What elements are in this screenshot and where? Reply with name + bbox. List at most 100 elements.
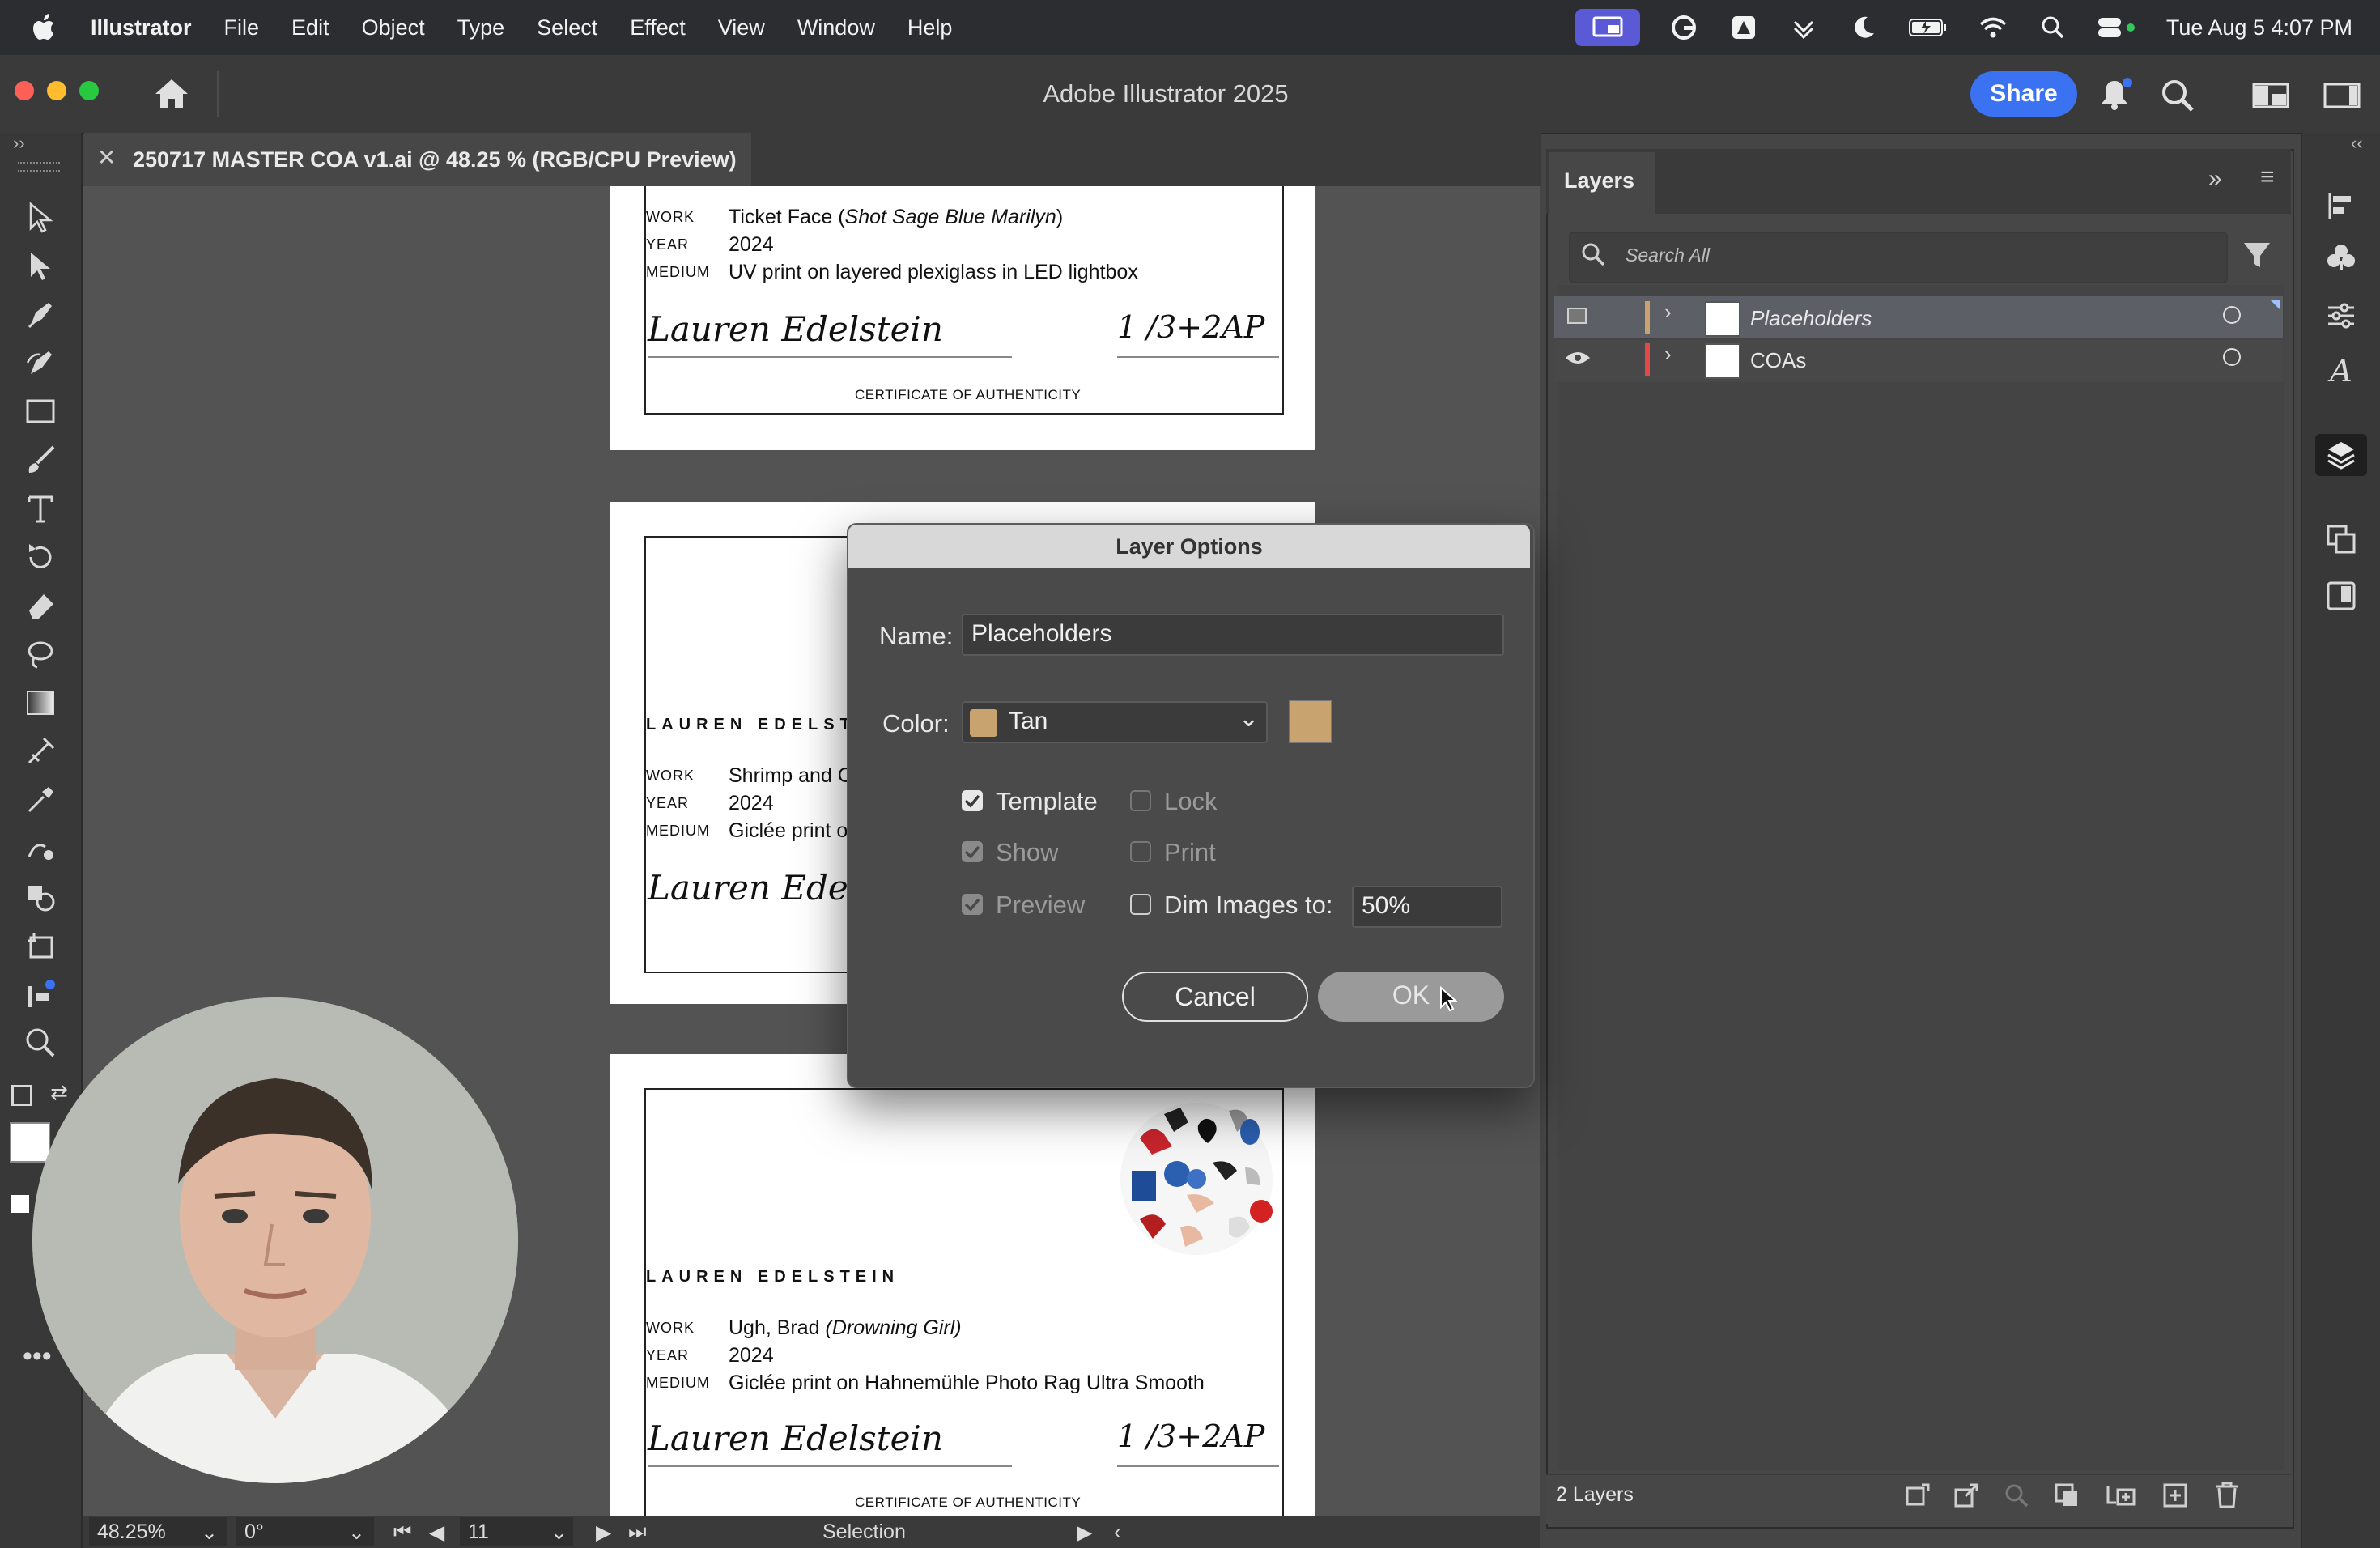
expand-layer-icon[interactable]: ›	[1664, 300, 1672, 325]
menu-bar-clock[interactable]: Tue Aug 5 4:07 PM	[2166, 15, 2352, 40]
chevron-extras-icon[interactable]	[1787, 11, 1820, 44]
delete-layer-icon[interactable]	[2213, 1480, 2241, 1509]
print-label[interactable]: Print	[1164, 838, 1216, 867]
panel-collapse-icon[interactable]: »	[2208, 165, 2222, 193]
next-artboard-icon[interactable]: ▶	[596, 1520, 611, 1545]
more-tools-icon[interactable]: •••	[23, 1341, 52, 1372]
rotate-tool-icon[interactable]	[19, 536, 62, 578]
status-menu-arrow-icon[interactable]: ▶	[1077, 1520, 1092, 1545]
preview-checkbox[interactable]	[962, 894, 983, 915]
visibility-eye-icon[interactable]	[1564, 348, 1592, 368]
filter-icon[interactable]	[2242, 240, 2272, 270]
ok-button[interactable]: OK	[1318, 972, 1504, 1022]
menu-object[interactable]: Object	[362, 15, 425, 40]
close-tab-icon[interactable]: ✕	[97, 144, 116, 171]
artboard-tool-icon[interactable]	[19, 925, 62, 967]
show-label[interactable]: Show	[996, 838, 1059, 867]
rotation-value[interactable]: 0°	[244, 1520, 264, 1544]
blend-tool-icon[interactable]	[19, 827, 62, 870]
puppet-warp-tool-icon[interactable]	[19, 973, 62, 1015]
panel-menu-icon[interactable]: ≡	[2260, 164, 2275, 191]
layer-name-coas[interactable]: COAs	[1750, 348, 1806, 373]
battery-icon[interactable]	[1907, 11, 1949, 44]
panel-layout-icon[interactable]	[2323, 81, 2361, 110]
menu-view[interactable]: View	[718, 15, 765, 40]
pen-tool-icon[interactable]	[19, 293, 62, 335]
wifi-icon[interactable]	[1977, 11, 2009, 44]
direct-selection-tool-icon[interactable]	[19, 245, 62, 287]
layers-panel-icon[interactable]	[2315, 434, 2367, 476]
dim-images-input[interactable]: 50%	[1352, 886, 1502, 928]
previous-artboard-icon[interactable]: ◀	[429, 1520, 444, 1545]
grammarly-icon[interactable]	[1668, 11, 1700, 44]
custom-color-swatch[interactable]	[1289, 700, 1332, 743]
scroll-left-icon[interactable]: ‹	[1114, 1520, 1120, 1544]
create-new-layer-icon[interactable]	[2161, 1482, 2189, 1509]
chevron-down-icon[interactable]: ⌄	[1239, 704, 1259, 733]
artboard-1[interactable]: WORK Ticket Face (Shot Sage Blue Marilyn…	[610, 186, 1315, 450]
eyedropper-tool-icon[interactable]	[19, 779, 62, 821]
menu-select[interactable]: Select	[537, 15, 597, 40]
last-artboard-icon[interactable]: ⏭	[628, 1520, 647, 1544]
toolbar-collapse-icon[interactable]: ››	[13, 133, 25, 154]
template-checkbox[interactable]	[962, 790, 983, 811]
draw-mode-icon[interactable]	[11, 1195, 29, 1213]
artboards-panel-icon[interactable]	[2320, 518, 2362, 560]
spotlight-search-icon[interactable]	[2037, 11, 2069, 44]
libraries-panel-icon[interactable]	[2320, 575, 2362, 617]
notifications-bell-icon[interactable]	[2097, 76, 2134, 113]
cancel-button[interactable]: Cancel	[1122, 972, 1308, 1022]
template-label[interactable]: Template	[996, 787, 1098, 816]
shape-builder-tool-icon[interactable]	[19, 876, 62, 918]
template-layer-icon[interactable]	[1567, 308, 1587, 324]
toolbar-grip[interactable]	[18, 162, 60, 172]
layer-name-input[interactable]: Placeholders	[962, 614, 1504, 656]
create-sublayer-icon[interactable]	[2105, 1482, 2137, 1509]
layer-name-placeholders[interactable]: Placeholders	[1750, 306, 1872, 331]
lock-label[interactable]: Lock	[1164, 787, 1217, 816]
screen-share-icon[interactable]	[1575, 9, 1640, 46]
rotation-dropdown-icon[interactable]: ⌄	[348, 1520, 365, 1545]
show-checkbox[interactable]	[962, 841, 983, 862]
expand-layer-icon[interactable]: ›	[1664, 342, 1672, 367]
webcam-overlay[interactable]	[32, 997, 518, 1483]
artboard-3[interactable]: LAUREN EDELSTEIN WORK Ugh, Brad (Drownin…	[610, 1054, 1315, 1516]
export-icon[interactable]	[1953, 1482, 1980, 1509]
layer-row-placeholders[interactable]	[1554, 296, 2283, 338]
mesh-tool-icon[interactable]	[19, 730, 62, 772]
menu-edit[interactable]: Edit	[291, 15, 329, 40]
glyphs-panel-icon[interactable]: A	[2320, 350, 2362, 392]
document-tab-title[interactable]: 250717 MASTER COA v1.ai @ 48.25 % (RGB/C…	[133, 147, 737, 172]
gradient-tool-icon[interactable]	[19, 682, 62, 724]
color-select[interactable]: Tan	[962, 701, 1268, 743]
locate-object-icon[interactable]	[2003, 1482, 2030, 1509]
control-center-icon[interactable]	[2097, 11, 2139, 44]
zoom-tool-icon[interactable]	[19, 1022, 62, 1064]
symbols-panel-icon[interactable]	[2320, 236, 2362, 279]
selection-tool-icon[interactable]	[19, 196, 62, 238]
swap-fill-stroke-icon[interactable]: ⇄	[50, 1080, 68, 1105]
menu-app-illustrator[interactable]: Illustrator	[91, 15, 192, 40]
apple-menu-icon[interactable]	[31, 11, 60, 44]
zoom-value[interactable]: 48.25%	[97, 1520, 166, 1544]
zoom-dropdown-icon[interactable]: ⌄	[201, 1520, 218, 1545]
collect-for-export-icon[interactable]	[1904, 1482, 1932, 1509]
layer-target-circle-icon[interactable]	[2223, 348, 2241, 366]
print-checkbox[interactable]	[1130, 841, 1151, 862]
drive-icon[interactable]	[1728, 11, 1760, 44]
share-button[interactable]: Share	[1970, 71, 2077, 117]
default-fill-stroke-icon[interactable]	[11, 1085, 32, 1106]
artboard-dropdown-icon[interactable]: ⌄	[550, 1520, 567, 1545]
preview-label[interactable]: Preview	[996, 891, 1085, 920]
properties-panel-icon[interactable]	[2320, 295, 2362, 337]
menu-help[interactable]: Help	[907, 15, 953, 40]
layer-target-circle-icon[interactable]	[2223, 306, 2241, 324]
menu-window[interactable]: Window	[797, 15, 875, 40]
paintbrush-tool-icon[interactable]	[19, 439, 62, 481]
rectangle-tool-icon[interactable]	[19, 390, 62, 432]
layers-tab-label[interactable]: Layers	[1564, 168, 1634, 194]
menu-effect[interactable]: Effect	[630, 15, 686, 40]
type-tool-icon[interactable]	[19, 487, 62, 529]
align-panel-icon[interactable]	[2320, 185, 2362, 227]
eraser-tool-icon[interactable]	[19, 585, 62, 627]
